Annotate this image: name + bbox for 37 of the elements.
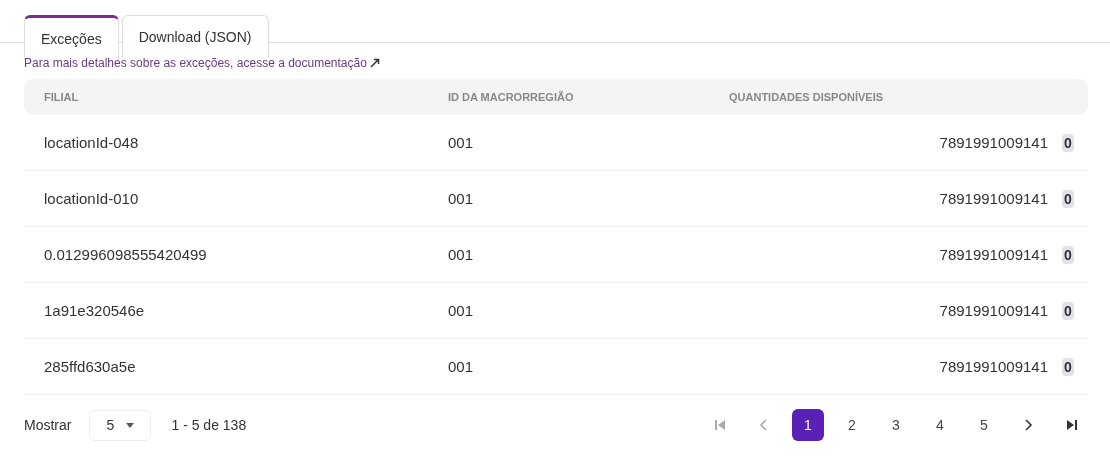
tab[interactable]: Exceções: [24, 15, 119, 59]
quantity-badge: 0: [1062, 357, 1074, 376]
page-button[interactable]: 1: [792, 409, 824, 441]
column-header: QUANTIDADES DISPONÍVEIS: [729, 91, 885, 103]
page-button[interactable]: 4: [924, 409, 956, 441]
table-cell-text: 7891991009141: [938, 246, 1048, 263]
table-cell-text: 0.012996098555420499: [44, 246, 208, 263]
page-range: 1 - 5 de 138: [171, 417, 247, 433]
skip-end-icon: [1065, 418, 1079, 432]
quantity-badge: 0: [1062, 245, 1074, 264]
table-cell-text: 7891991009141: [938, 358, 1048, 375]
show-label: Mostrar: [24, 417, 72, 433]
column-header: ID DA MACRORREGIÃO: [448, 91, 575, 103]
page-button[interactable]: 5: [968, 409, 1000, 441]
table-cell-text: 001: [448, 302, 475, 319]
tab[interactable]: Download (JSON): [121, 15, 269, 58]
table-cell-text: 285ffd630a5e: [44, 358, 137, 375]
page-button[interactable]: 2: [836, 409, 868, 441]
table-cell-text: 001: [448, 134, 475, 151]
table-cell-text: 001: [448, 358, 475, 375]
quantity-badge: 0: [1062, 301, 1074, 320]
external-link-icon: [369, 57, 380, 68]
table-cell-text: 1a91e320546e: [44, 302, 146, 319]
page-size-select[interactable]: 5: [89, 409, 152, 441]
table-cell-text: 7891991009141: [938, 134, 1048, 151]
table-cell-text: 7891991009141: [938, 302, 1048, 319]
table-cell-text: 001: [448, 190, 475, 207]
page-button[interactable]: 3: [880, 409, 912, 441]
skip-start-icon: [713, 418, 727, 432]
table-cell-text: locationId-010: [44, 190, 140, 207]
table-cell-text: locationId-048: [44, 134, 140, 151]
caret-icon: [126, 422, 135, 428]
column-header: FILIAL: [44, 91, 80, 103]
quantity-badge: 0: [1062, 189, 1074, 208]
table-cell-text: 7891991009141: [938, 190, 1048, 207]
quantity-badge: 0: [1062, 133, 1074, 152]
table-cell-text: 001: [448, 246, 475, 263]
